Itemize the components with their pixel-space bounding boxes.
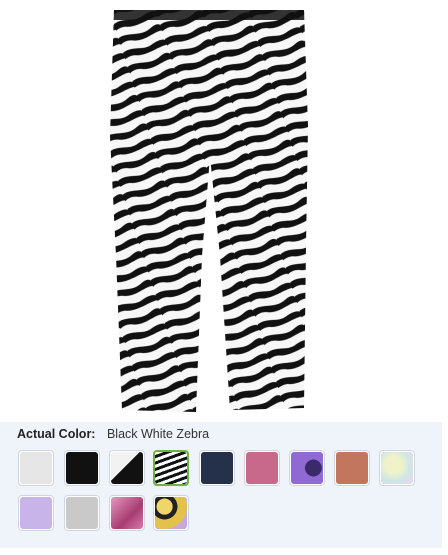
selected-color-value: Black White Zebra <box>106 427 210 441</box>
zebra-leggings-image <box>108 6 308 416</box>
zebra-swatch[interactable] <box>153 450 189 486</box>
denim-swatch[interactable] <box>199 450 235 486</box>
actual-color-label: Actual Color: <box>17 427 96 441</box>
rust-swatch[interactable] <box>334 450 370 486</box>
black-swatch[interactable] <box>64 450 100 486</box>
white-swatch[interactable] <box>18 450 54 486</box>
pink-swatch[interactable] <box>244 450 280 486</box>
color-selector-panel: Actual Color: Black White Zebra <box>0 422 442 548</box>
yellow-camo-swatch[interactable] <box>153 495 189 531</box>
gray-heather-swatch[interactable] <box>64 495 100 531</box>
tie-dye-swatch[interactable] <box>379 450 415 486</box>
color-label-row: Actual Color: Black White Zebra <box>17 427 209 441</box>
lavender-swatch[interactable] <box>18 495 54 531</box>
pink-print-swatch[interactable] <box>109 495 145 531</box>
black-white-split-swatch[interactable] <box>109 450 145 486</box>
purple-print-swatch[interactable] <box>289 450 325 486</box>
